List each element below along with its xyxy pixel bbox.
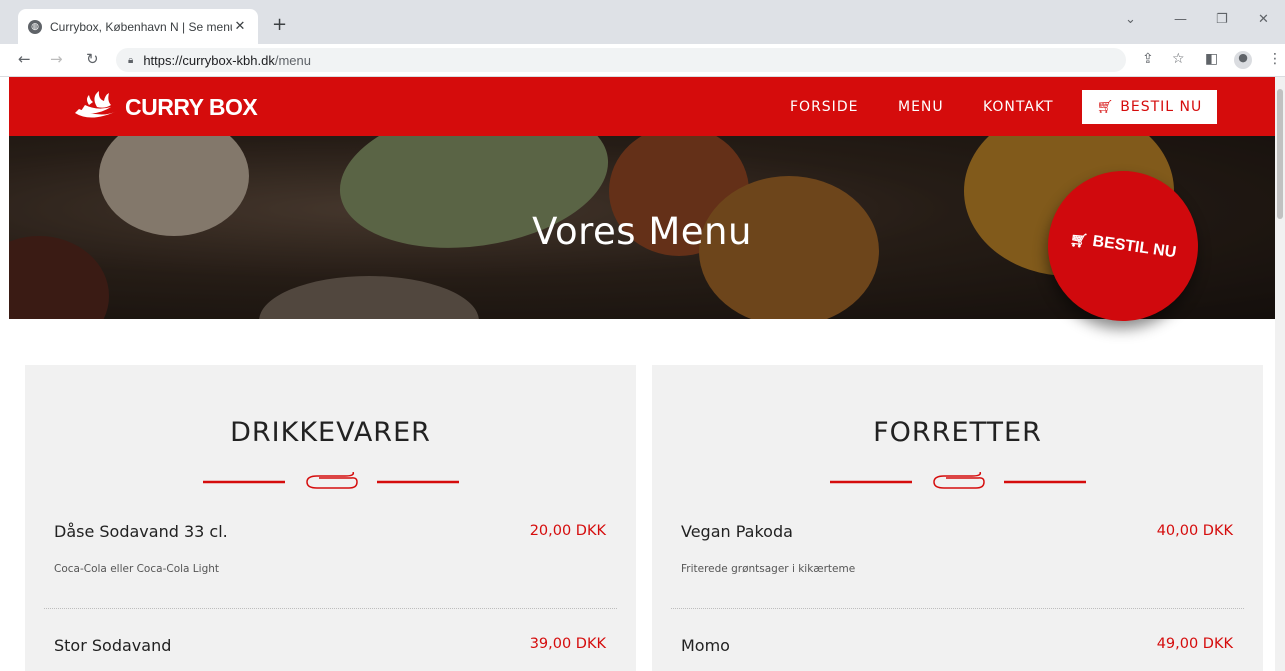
star-icon[interactable]: ☆ [1172, 51, 1185, 67]
flame-logo-icon [75, 91, 117, 118]
lock-icon[interactable]: 🔒︎ [128, 55, 133, 66]
brand-name: CURRY BOX [125, 93, 258, 120]
profile-icon[interactable]: ● [1234, 51, 1252, 69]
menu-section-forretter: FORRETTER Vegan Pakoda 40,00 DKK Fritere… [652, 365, 1263, 671]
scrollbar-thumb[interactable] [1277, 89, 1283, 219]
menu-item-price: 39,00 DKK [529, 636, 606, 652]
logo[interactable]: CURRY BOX [71, 89, 258, 125]
cart-icon: 🛒︎ [1069, 230, 1089, 249]
menu-item-name: Momo [681, 636, 730, 655]
menu-item-price: 49,00 DKK [1156, 636, 1233, 652]
url-field[interactable]: 🔒︎ https://currybox-kbh.dk/menu [116, 48, 1126, 72]
reload-icon[interactable]: ↻ [86, 50, 99, 68]
menu-item-name: Stor Sodavand [54, 636, 172, 655]
minimize-icon[interactable]: — [1174, 12, 1187, 27]
ornament-divider-icon [830, 472, 1086, 489]
nav-link-kontakt[interactable]: KONTAKT [983, 99, 1054, 115]
ornament-divider-icon [203, 472, 459, 489]
item-separator [671, 608, 1244, 609]
globe-icon: ◍ [28, 19, 42, 34]
sidebar-icon[interactable]: ◧ [1205, 51, 1218, 67]
nav-link-menu[interactable]: MENU [898, 99, 944, 115]
menu-dots-icon[interactable]: ⋮ [1268, 51, 1282, 67]
share-icon[interactable]: ⇪ [1142, 51, 1154, 67]
browser-tab[interactable]: ◍ Currybox, København N | Se menu ✕ [18, 9, 258, 44]
browser-tab-strip: ◍ Currybox, København N | Se menu ✕ + ⌄ … [0, 0, 1285, 44]
back-arrow-icon[interactable]: ← [18, 50, 31, 68]
order-now-badge-label: BESTIL NU [1091, 232, 1178, 262]
nav-kontakt[interactable]: KONTAKT [983, 77, 1054, 136]
order-now-button[interactable]: 🛒︎ BESTIL NU [1082, 90, 1217, 124]
nav-menu[interactable]: MENU [898, 77, 944, 136]
menu-item-description: Coca-Cola eller Coca-Cola Light [54, 563, 220, 575]
url-host: https://currybox-kbh.dk [143, 52, 275, 68]
nav-link-forside[interactable]: FORSIDE [790, 99, 858, 115]
forward-arrow-icon[interactable]: → [50, 50, 63, 68]
tab-search-chevron-icon[interactable]: ⌄ [1125, 12, 1136, 27]
menu-item-name: Vegan Pakoda [681, 522, 793, 541]
page-scrollbar[interactable] [1275, 77, 1285, 671]
cart-icon: 🛒︎ [1096, 99, 1115, 115]
nav-forside[interactable]: FORSIDE [790, 77, 858, 136]
section-heading: FORRETTER [873, 417, 1042, 448]
section-heading: DRIKKEVARER [230, 417, 431, 448]
menu-item-description: Friterede grøntsager i kikærteme [681, 563, 856, 575]
site-header: CURRY BOX FORSIDE MENU KONTAKT 🛒︎ BESTIL… [9, 77, 1275, 136]
menu-item-price: 40,00 DKK [1156, 523, 1233, 539]
menu-section-drikkevarer: DRIKKEVARER Dåse Sodavand 33 cl. 20,00 D… [25, 365, 636, 671]
tab-close-icon[interactable]: ✕ [232, 19, 248, 34]
item-separator [44, 608, 617, 609]
order-now-label: BESTIL NU [1120, 99, 1203, 115]
url-path: /menu [274, 52, 311, 68]
tab-title: Currybox, København N | Se menu [50, 19, 232, 34]
new-tab-button[interactable]: + [272, 14, 287, 35]
address-bar: ← → ↻ 🔒︎ https://currybox-kbh.dk/menu ⇪ … [0, 44, 1285, 77]
restore-icon[interactable]: ❐ [1216, 12, 1228, 27]
menu-item-name: Dåse Sodavand 33 cl. [54, 522, 228, 541]
close-window-icon[interactable]: ✕ [1258, 12, 1269, 27]
menu-item-price: 20,00 DKK [529, 523, 606, 539]
